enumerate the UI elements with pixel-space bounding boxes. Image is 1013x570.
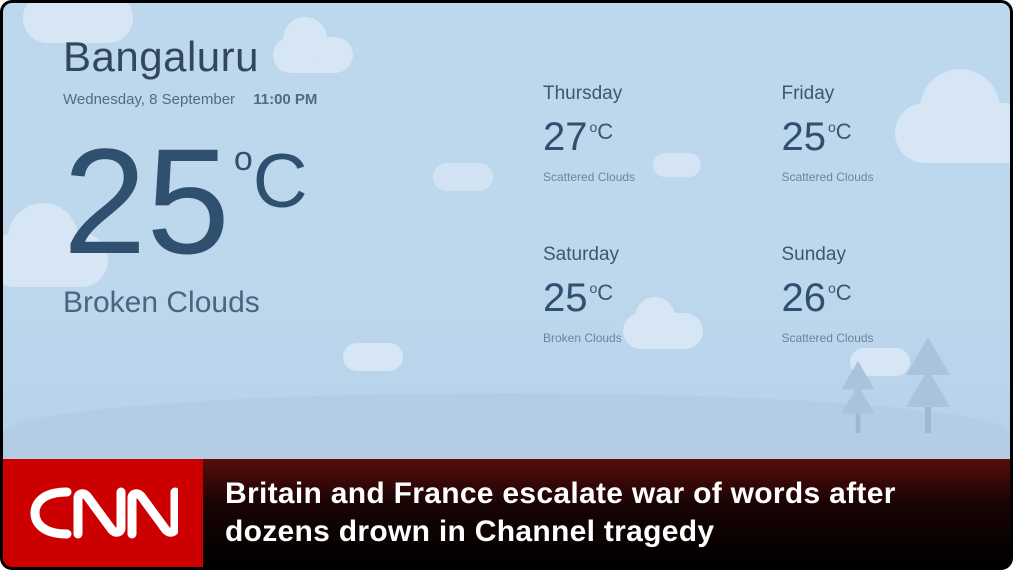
forecast-condition: Scattered Clouds	[543, 170, 742, 184]
current-temperature: 25 o C	[63, 126, 317, 276]
forecast-temp-value: 25	[543, 276, 588, 321]
weather-panel: Bangaluru Wednesday, 8 September 11:00 P…	[3, 3, 1010, 463]
city-name: Bangaluru	[63, 33, 317, 81]
forecast-grid: Thursday 27oC Scattered Clouds Friday 25…	[543, 83, 980, 345]
tree-icon	[842, 361, 875, 433]
tree-icon	[906, 337, 950, 433]
forecast-temp-unit: C	[836, 280, 852, 306]
cloud-icon	[433, 163, 493, 191]
forecast-day-name: Saturday	[543, 244, 742, 266]
forecast-day: Thursday 27oC Scattered Clouds	[543, 83, 742, 184]
time-text: 11:00 PM	[253, 91, 317, 108]
news-ticker: Britain and France escalate war of words…	[3, 459, 1010, 567]
date-text: Wednesday, 8 September	[63, 91, 235, 108]
temperature-value: 25	[63, 126, 230, 276]
signage-screen: Bangaluru Wednesday, 8 September 11:00 P…	[0, 0, 1013, 570]
forecast-day: Friday 25oC Scattered Clouds	[782, 83, 981, 184]
date-time: Wednesday, 8 September 11:00 PM	[63, 91, 317, 108]
forecast-temperature: 25oC	[782, 115, 981, 160]
degree-symbol: o	[828, 119, 836, 135]
forecast-temperature: 26oC	[782, 276, 981, 321]
forecast-day: Sunday 26oC Scattered Clouds	[782, 244, 981, 345]
forecast-condition: Broken Clouds	[543, 331, 742, 345]
cloud-icon	[343, 343, 403, 371]
forecast-temperature: 25oC	[543, 276, 742, 321]
degree-symbol: o	[234, 140, 253, 179]
degree-symbol: o	[590, 119, 598, 135]
weather-condition: Broken Clouds	[63, 286, 317, 320]
forecast-temp-value: 26	[782, 276, 827, 321]
forecast-temp-unit: C	[597, 280, 613, 306]
forecast-temperature: 27oC	[543, 115, 742, 160]
weather-current: Bangaluru Wednesday, 8 September 11:00 P…	[63, 33, 317, 320]
forecast-day-name: Thursday	[543, 83, 742, 105]
temperature-unit: C	[253, 138, 308, 225]
forecast-condition: Scattered Clouds	[782, 331, 981, 345]
forecast-day-name: Sunday	[782, 244, 981, 266]
forecast-day-name: Friday	[782, 83, 981, 105]
forecast-temp-unit: C	[836, 119, 852, 145]
forecast-day: Saturday 25oC Broken Clouds	[543, 244, 742, 345]
news-headline: Britain and France escalate war of words…	[203, 459, 1010, 567]
forecast-temp-value: 25	[782, 115, 827, 160]
degree-symbol: o	[590, 280, 598, 296]
degree-symbol: o	[828, 280, 836, 296]
cnn-logo	[3, 459, 203, 567]
forecast-temp-unit: C	[597, 119, 613, 145]
forecast-temp-value: 27	[543, 115, 588, 160]
forecast-condition: Scattered Clouds	[782, 170, 981, 184]
cnn-logo-icon	[28, 483, 178, 543]
